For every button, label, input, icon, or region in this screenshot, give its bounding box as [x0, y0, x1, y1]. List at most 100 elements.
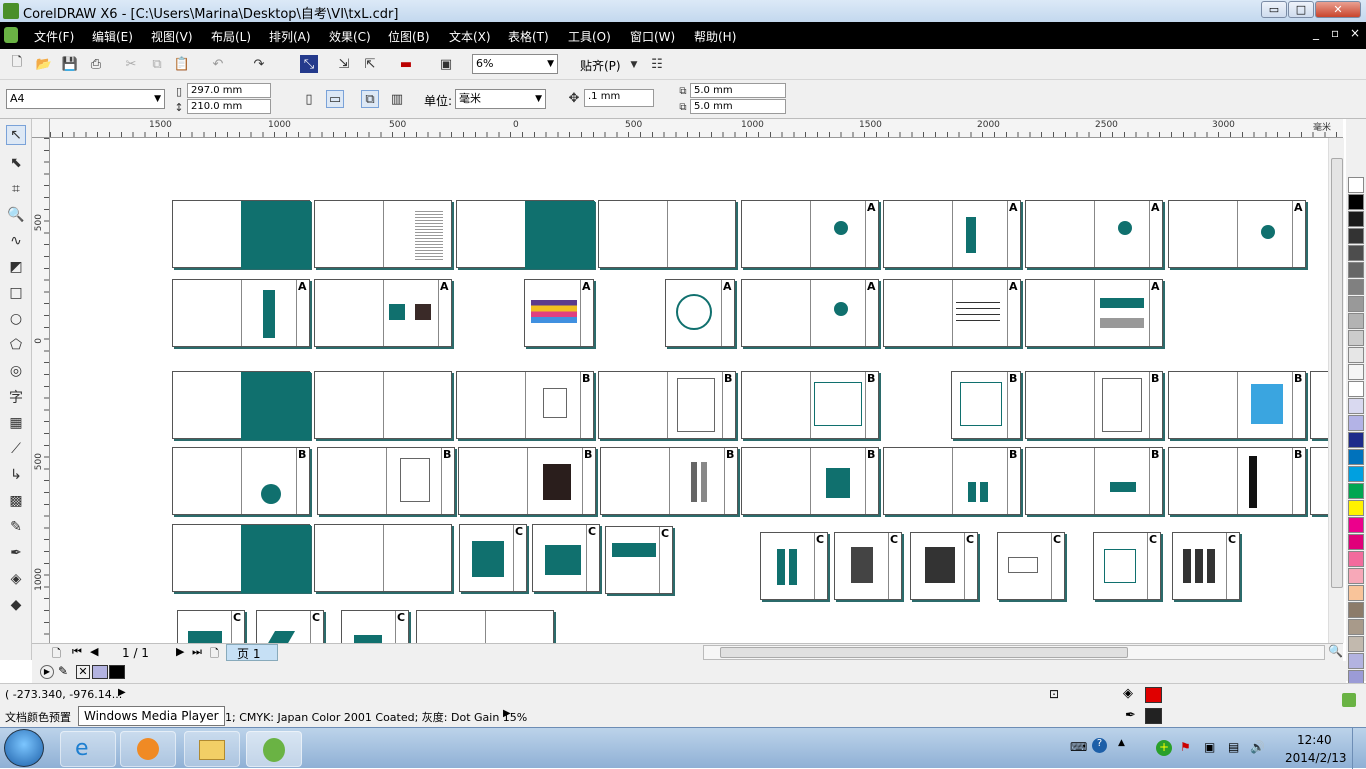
palette-swatch[interactable] [1348, 330, 1364, 346]
menu-file[interactable]: 文件(F) [34, 28, 74, 45]
color-profile-details[interactable]: 1; CMYK: Japan Color 2001 Coated; 灰度: Do… [225, 709, 527, 725]
paste-icon[interactable]: 📋 [173, 55, 191, 73]
palette-swatch[interactable] [1348, 636, 1364, 652]
basic-shapes-icon[interactable]: ◎ [6, 361, 26, 381]
spread-typography[interactable]: A [883, 279, 1021, 347]
spread-logo-grid[interactable] [598, 200, 736, 268]
palette-swatch[interactable] [1348, 279, 1364, 295]
palette-swatch[interactable] [1348, 296, 1364, 312]
rectangle-tool-icon[interactable]: □ [6, 283, 26, 303]
page-flags[interactable]: C [760, 532, 828, 600]
spread-logo-stack[interactable]: A [172, 279, 310, 347]
spread-blue-folder[interactable]: B [1168, 371, 1306, 439]
taskbar-ie[interactable]: e [60, 731, 116, 767]
open-icon[interactable]: 📂 [35, 55, 53, 73]
application-launcher-icon[interactable]: ▬ [397, 55, 415, 73]
menu-view[interactable]: 视图(V) [151, 28, 193, 45]
spread-business-card[interactable]: B [456, 371, 594, 439]
spread-cover-a[interactable] [172, 200, 311, 269]
spread-section-c[interactable] [172, 524, 311, 593]
freehand-tool-icon[interactable]: ∿ [6, 231, 26, 251]
taskbar-media-player[interactable] [120, 731, 176, 767]
flag-icon[interactable]: ⚑ [1180, 740, 1191, 754]
palette-swatch[interactable] [1348, 585, 1364, 601]
volume-icon[interactable]: 🔊 [1250, 740, 1265, 754]
eyedropper-icon[interactable]: ✎ [58, 664, 68, 678]
page-billboard[interactable]: C [605, 526, 673, 594]
page-uniforms[interactable]: C [1172, 532, 1240, 600]
show-desktop-button[interactable] [1352, 728, 1366, 769]
palette-swatch[interactable] [1348, 381, 1364, 397]
new-icon[interactable]: 🗋 [8, 55, 26, 73]
spread-banner[interactable]: A [1025, 279, 1163, 347]
maximize-button[interactable]: □ [1288, 1, 1314, 18]
spread-pens[interactable]: B [600, 447, 738, 515]
doc-minimize-button[interactable]: _ [1313, 26, 1319, 40]
redo-icon[interactable]: ↷ [250, 55, 268, 73]
clock-time[interactable]: 12:40 [1297, 733, 1332, 747]
palette-swatch[interactable] [1348, 466, 1364, 482]
fill-color-swatch[interactable] [1145, 687, 1162, 703]
page-arrow[interactable]: C [256, 610, 324, 643]
drawing-canvas[interactable]: A A A A A A A A A A A B B B B B B B B B … [51, 138, 1328, 643]
spread-c-grid[interactable] [314, 524, 452, 592]
spread-b-grid[interactable] [314, 371, 452, 439]
save-icon[interactable]: 💾 [61, 55, 79, 73]
palette-swatch[interactable] [1348, 245, 1364, 261]
text-tool-icon[interactable]: 字 [6, 387, 26, 407]
chevron-down-icon[interactable]: ▼ [625, 56, 643, 74]
palette-swatch[interactable] [1348, 432, 1364, 448]
device-icon[interactable]: ▣ [1204, 740, 1215, 754]
doc-restore-button[interactable]: ▫ [1331, 26, 1339, 40]
add-icon[interactable]: + [1156, 740, 1172, 756]
palette-swatch[interactable] [1348, 568, 1364, 584]
start-button[interactable] [4, 729, 44, 767]
network-icon[interactable]: ▤ [1228, 740, 1239, 754]
spread-section-b[interactable] [172, 371, 311, 440]
pick-tool-icon[interactable]: ↖ [6, 125, 26, 145]
search-content-icon[interactable]: ⤡ [300, 55, 318, 73]
page-width-field[interactable]: 297.0 mm [187, 83, 271, 98]
table-tool-icon[interactable]: ▦ [6, 413, 26, 433]
spread-envelope[interactable]: B [741, 371, 879, 439]
taskbar-explorer[interactable] [184, 731, 240, 767]
duplicate-distance-x-field[interactable]: 5.0 mm [690, 83, 786, 98]
spread-text[interactable] [314, 200, 452, 268]
menu-bitmaps[interactable]: 位图(B) [388, 28, 430, 45]
horizontal-scroll-thumb[interactable] [720, 647, 1128, 658]
palette-swatch[interactable] [1348, 534, 1364, 550]
palette-swatch[interactable] [1348, 602, 1364, 618]
play-icon[interactable]: ▶ [40, 665, 54, 679]
spread-notebook[interactable]: B [458, 447, 596, 515]
vertical-scrollbar[interactable] [1328, 138, 1344, 643]
spread-logo-standard[interactable]: A [1025, 200, 1163, 268]
eyedropper-icon[interactable]: ✎ [6, 517, 26, 537]
palette-swatch[interactable] [1348, 500, 1364, 516]
last-page-icon[interactable]: ⏭ [192, 645, 202, 659]
doc-color-swatch[interactable] [109, 665, 125, 679]
options-icon[interactable]: ☷ [648, 55, 666, 73]
page-partial[interactable] [1310, 447, 1328, 515]
copy-icon[interactable]: ⧉ [148, 55, 166, 73]
page-color-palette[interactable]: A [524, 279, 594, 347]
spread-section-a[interactable] [456, 200, 595, 269]
vertical-ruler[interactable]: 500 0 500 1000 [32, 138, 50, 643]
shape-tool-icon[interactable]: ⬉ [6, 153, 26, 173]
page-bag[interactable]: C [341, 610, 409, 643]
close-button[interactable]: ✕ [1315, 1, 1361, 18]
landscape-icon[interactable]: ▭ [326, 90, 344, 108]
no-color-swatch[interactable]: ✕ [76, 665, 90, 679]
menu-window[interactable]: 窗口(W) [630, 28, 675, 45]
page-height-field[interactable]: 210.0 mm [187, 99, 271, 114]
palette-swatch[interactable] [1348, 398, 1364, 414]
doc-close-button[interactable]: × [1350, 26, 1360, 40]
export-icon[interactable]: ⇱ [361, 55, 379, 73]
smart-fill-icon[interactable]: ◩ [6, 257, 26, 277]
page-kiosk[interactable]: C [910, 532, 978, 600]
page-envelope-b[interactable]: B [951, 371, 1021, 439]
spread-logo-variants[interactable]: A [883, 200, 1021, 268]
menu-effects[interactable]: 效果(C) [329, 28, 371, 45]
palette-swatch[interactable] [1348, 211, 1364, 227]
palette-swatch[interactable] [1348, 262, 1364, 278]
outline-pen-icon[interactable]: ✒ [6, 543, 26, 563]
